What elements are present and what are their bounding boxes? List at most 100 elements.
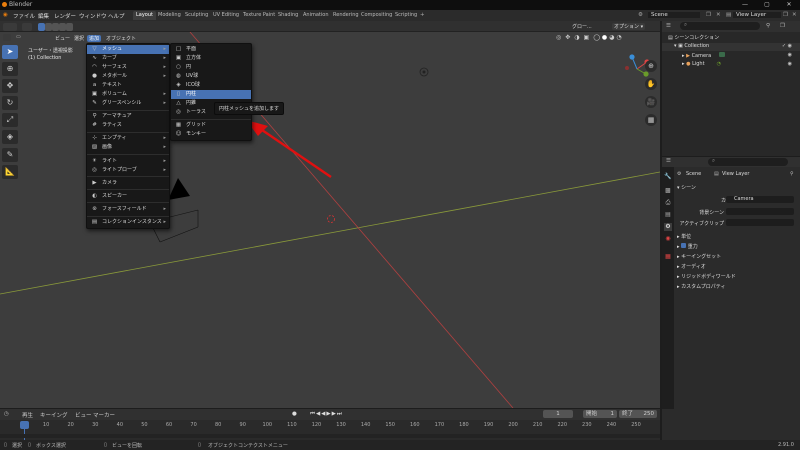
rendered-shading-icon[interactable]: ◔ — [616, 34, 621, 41]
maximize-button[interactable]: ▢ — [756, 0, 778, 10]
panel-keying-sets[interactable]: ▸ キーイングセット — [677, 253, 721, 260]
output-tab-icon[interactable]: ⎙ — [664, 199, 672, 207]
zoom-view-icon[interactable]: ⊕ — [645, 60, 657, 72]
timeline-menu-marker[interactable]: マーカー — [93, 411, 115, 419]
mesh-item-circle[interactable]: ○ 円 — [171, 63, 251, 72]
rotate-tool-icon[interactable]: ↻ — [2, 96, 18, 110]
outliner-row-camera[interactable]: ▸ ▶ Camera ◉ — [662, 52, 800, 60]
mesh-item-monkey[interactable]: ☺ モンキー — [171, 130, 251, 139]
camera-field[interactable]: Camera — [726, 196, 794, 203]
end-frame-field[interactable]: 終了 250 — [619, 410, 657, 418]
tab-sculpting[interactable]: Sculpting — [182, 11, 211, 20]
solid-shading-icon[interactable]: ● — [602, 34, 607, 41]
transform-tool-icon[interactable]: ◈ — [2, 130, 18, 144]
timeline-editor-icon[interactable]: ◷ — [4, 411, 9, 417]
add-menu-item-armature[interactable]: ⚲ アーマチュア — [87, 112, 169, 121]
timeline-area[interactable]: 1102030405060708090100110120130140150160… — [0, 420, 660, 440]
tab-scripting[interactable]: Scripting — [392, 11, 420, 20]
select-mode-extend-icon[interactable] — [45, 22, 52, 31]
select-box-tool-icon[interactable]: ➤ — [2, 45, 18, 59]
view-layer-selector[interactable]: View Layer — [733, 12, 781, 18]
menu-view[interactable]: ビュー — [53, 35, 72, 42]
copy-view-layer-icon[interactable]: ❐ — [783, 12, 788, 18]
add-menu-item-speaker[interactable]: ◐ スピーカー — [87, 192, 169, 201]
add-menu-item-metaball[interactable]: ● メタボール ▸ — [87, 72, 169, 81]
world-tab-icon[interactable]: ◉ — [664, 235, 672, 243]
menu-window[interactable]: ウィンドウ — [79, 12, 107, 20]
add-menu-item-collection-instance[interactable]: ▤ コレクションインスタンス ▸ — [87, 218, 169, 227]
wireframe-shading-icon[interactable]: ◯ — [593, 34, 600, 41]
menu-render[interactable]: レンダー — [54, 12, 76, 20]
add-menu-item-image[interactable]: ▨ 画像 ▸ — [87, 143, 169, 152]
select-mode-new-icon[interactable] — [38, 22, 45, 31]
mesh-item-grid[interactable]: ▦ グリッド — [171, 121, 251, 130]
scene-tab-icon[interactable]: ⚙ — [664, 223, 672, 231]
add-menu-item-volume[interactable]: ▣ ボリューム ▸ — [87, 90, 169, 99]
camera-view-icon[interactable]: 🎥 — [645, 96, 657, 108]
mesh-item-ico-sphere[interactable]: ◈ ICO球 — [171, 81, 251, 90]
object-mode-label[interactable]: ▭ — [14, 34, 23, 40]
mesh-item-uv-sphere[interactable]: ◍ UV球 — [171, 72, 251, 81]
editor-type-button[interactable] — [3, 22, 17, 31]
tab-layout[interactable]: Layout — [133, 11, 156, 20]
close-button[interactable]: ✕ — [778, 0, 800, 10]
tab-compositing[interactable]: Compositing — [358, 11, 395, 20]
add-menu-item-lattice[interactable]: # ラティス — [87, 121, 169, 130]
outliner-row-scene-collection[interactable]: ▤ シーンコレクション — [662, 34, 800, 42]
add-menu-item-surface[interactable]: ◠ サーフェス ▸ — [87, 63, 169, 72]
panel-audio[interactable]: ▸ オーディオ — [677, 263, 706, 270]
active-clip-field[interactable] — [726, 219, 794, 226]
pan-view-icon[interactable]: ✋ — [645, 78, 657, 90]
panel-custom-properties[interactable]: ▸ カスタムプロパティ — [677, 283, 726, 290]
scene-selector[interactable]: Scene — [648, 12, 700, 18]
scene-panel-header[interactable]: ▾ シーン — [677, 184, 696, 191]
timeline-scrollbar[interactable] — [0, 434, 660, 438]
properties-search-input[interactable]: ⌕ — [708, 158, 788, 166]
add-menu-item-light[interactable]: ☀ ライト ▸ — [87, 157, 169, 166]
tab-shading[interactable]: Shading — [275, 11, 301, 20]
move-tool-icon[interactable]: ✥ — [2, 79, 18, 93]
tab-rendering[interactable]: Rendering — [330, 11, 362, 20]
delete-view-layer-icon[interactable]: ✕ — [792, 12, 797, 18]
menu-edit[interactable]: 編集 — [38, 12, 49, 20]
add-workspace-button[interactable]: + — [420, 12, 425, 18]
gizmo-toggle-icon[interactable]: ✥ — [565, 34, 570, 41]
panel-units[interactable]: ▸ 単位 — [677, 233, 691, 240]
visibility-icon[interactable]: ◎ — [556, 34, 561, 41]
measure-tool-icon[interactable]: 📐 — [2, 165, 18, 179]
menu-file[interactable]: ファイル — [13, 12, 35, 20]
editor-menu-icon[interactable] — [3, 34, 11, 41]
current-frame-field[interactable]: 1 — [543, 410, 573, 418]
options-dropdown[interactable]: オプション ▾ — [612, 23, 646, 30]
cursor-tool-icon[interactable]: ⊕ — [2, 62, 18, 76]
record-icon[interactable]: ● — [292, 411, 297, 417]
add-menu-item-grease-pencil[interactable]: ✎ グリースペンシル ▸ — [87, 99, 169, 108]
timeline-menu-view[interactable]: ビュー — [75, 411, 92, 419]
timeline-menu-playback[interactable]: 再生 — [22, 411, 33, 419]
timeline-menu-keying[interactable]: キーイング — [40, 411, 68, 419]
ortho-toggle-icon[interactable]: ▦ — [645, 114, 657, 126]
properties-editor-icon[interactable]: ☰ — [666, 158, 671, 164]
select-mode-invert-icon[interactable] — [59, 22, 66, 31]
view-layer-tab-icon[interactable]: ▤ — [664, 211, 672, 219]
menu-object[interactable]: オブジェクト — [104, 35, 138, 42]
background-scene-field[interactable] — [726, 208, 794, 215]
playhead[interactable] — [20, 421, 29, 429]
add-menu-item-force-field[interactable]: ⊛ フォースフィールド ▸ — [87, 205, 169, 214]
add-menu-item-text[interactable]: a テキスト — [87, 81, 169, 90]
add-menu-item-empty[interactable]: ⊹ エンプティ ▸ — [87, 134, 169, 143]
material-shading-icon[interactable]: ◕ — [609, 34, 614, 41]
add-menu-item-light-probe[interactable]: ◎ ライトプローブ ▸ — [87, 166, 169, 175]
new-collection-icon[interactable]: ❐ — [780, 23, 785, 29]
playback-controls[interactable]: ⏮◀◀▶▶⏭ — [310, 411, 343, 418]
outliner-search-input[interactable]: ⌕ — [680, 22, 760, 30]
tab-texture-paint[interactable]: Texture Paint — [240, 11, 278, 20]
start-frame-field[interactable]: 開始 1 — [583, 410, 617, 418]
outliner-row-collection[interactable]: ▾ ▣ Collection ✓ ◉ — [662, 43, 800, 51]
mode-icon[interactable] — [22, 22, 32, 31]
pin-icon[interactable]: ⚲ — [790, 171, 794, 177]
tab-animation[interactable]: Animation — [300, 11, 332, 20]
mesh-item-cylinder[interactable]: ▯ 円柱 — [171, 89, 251, 100]
minimize-button[interactable]: — — [734, 0, 756, 10]
select-mode-subtract-icon[interactable] — [52, 22, 59, 31]
